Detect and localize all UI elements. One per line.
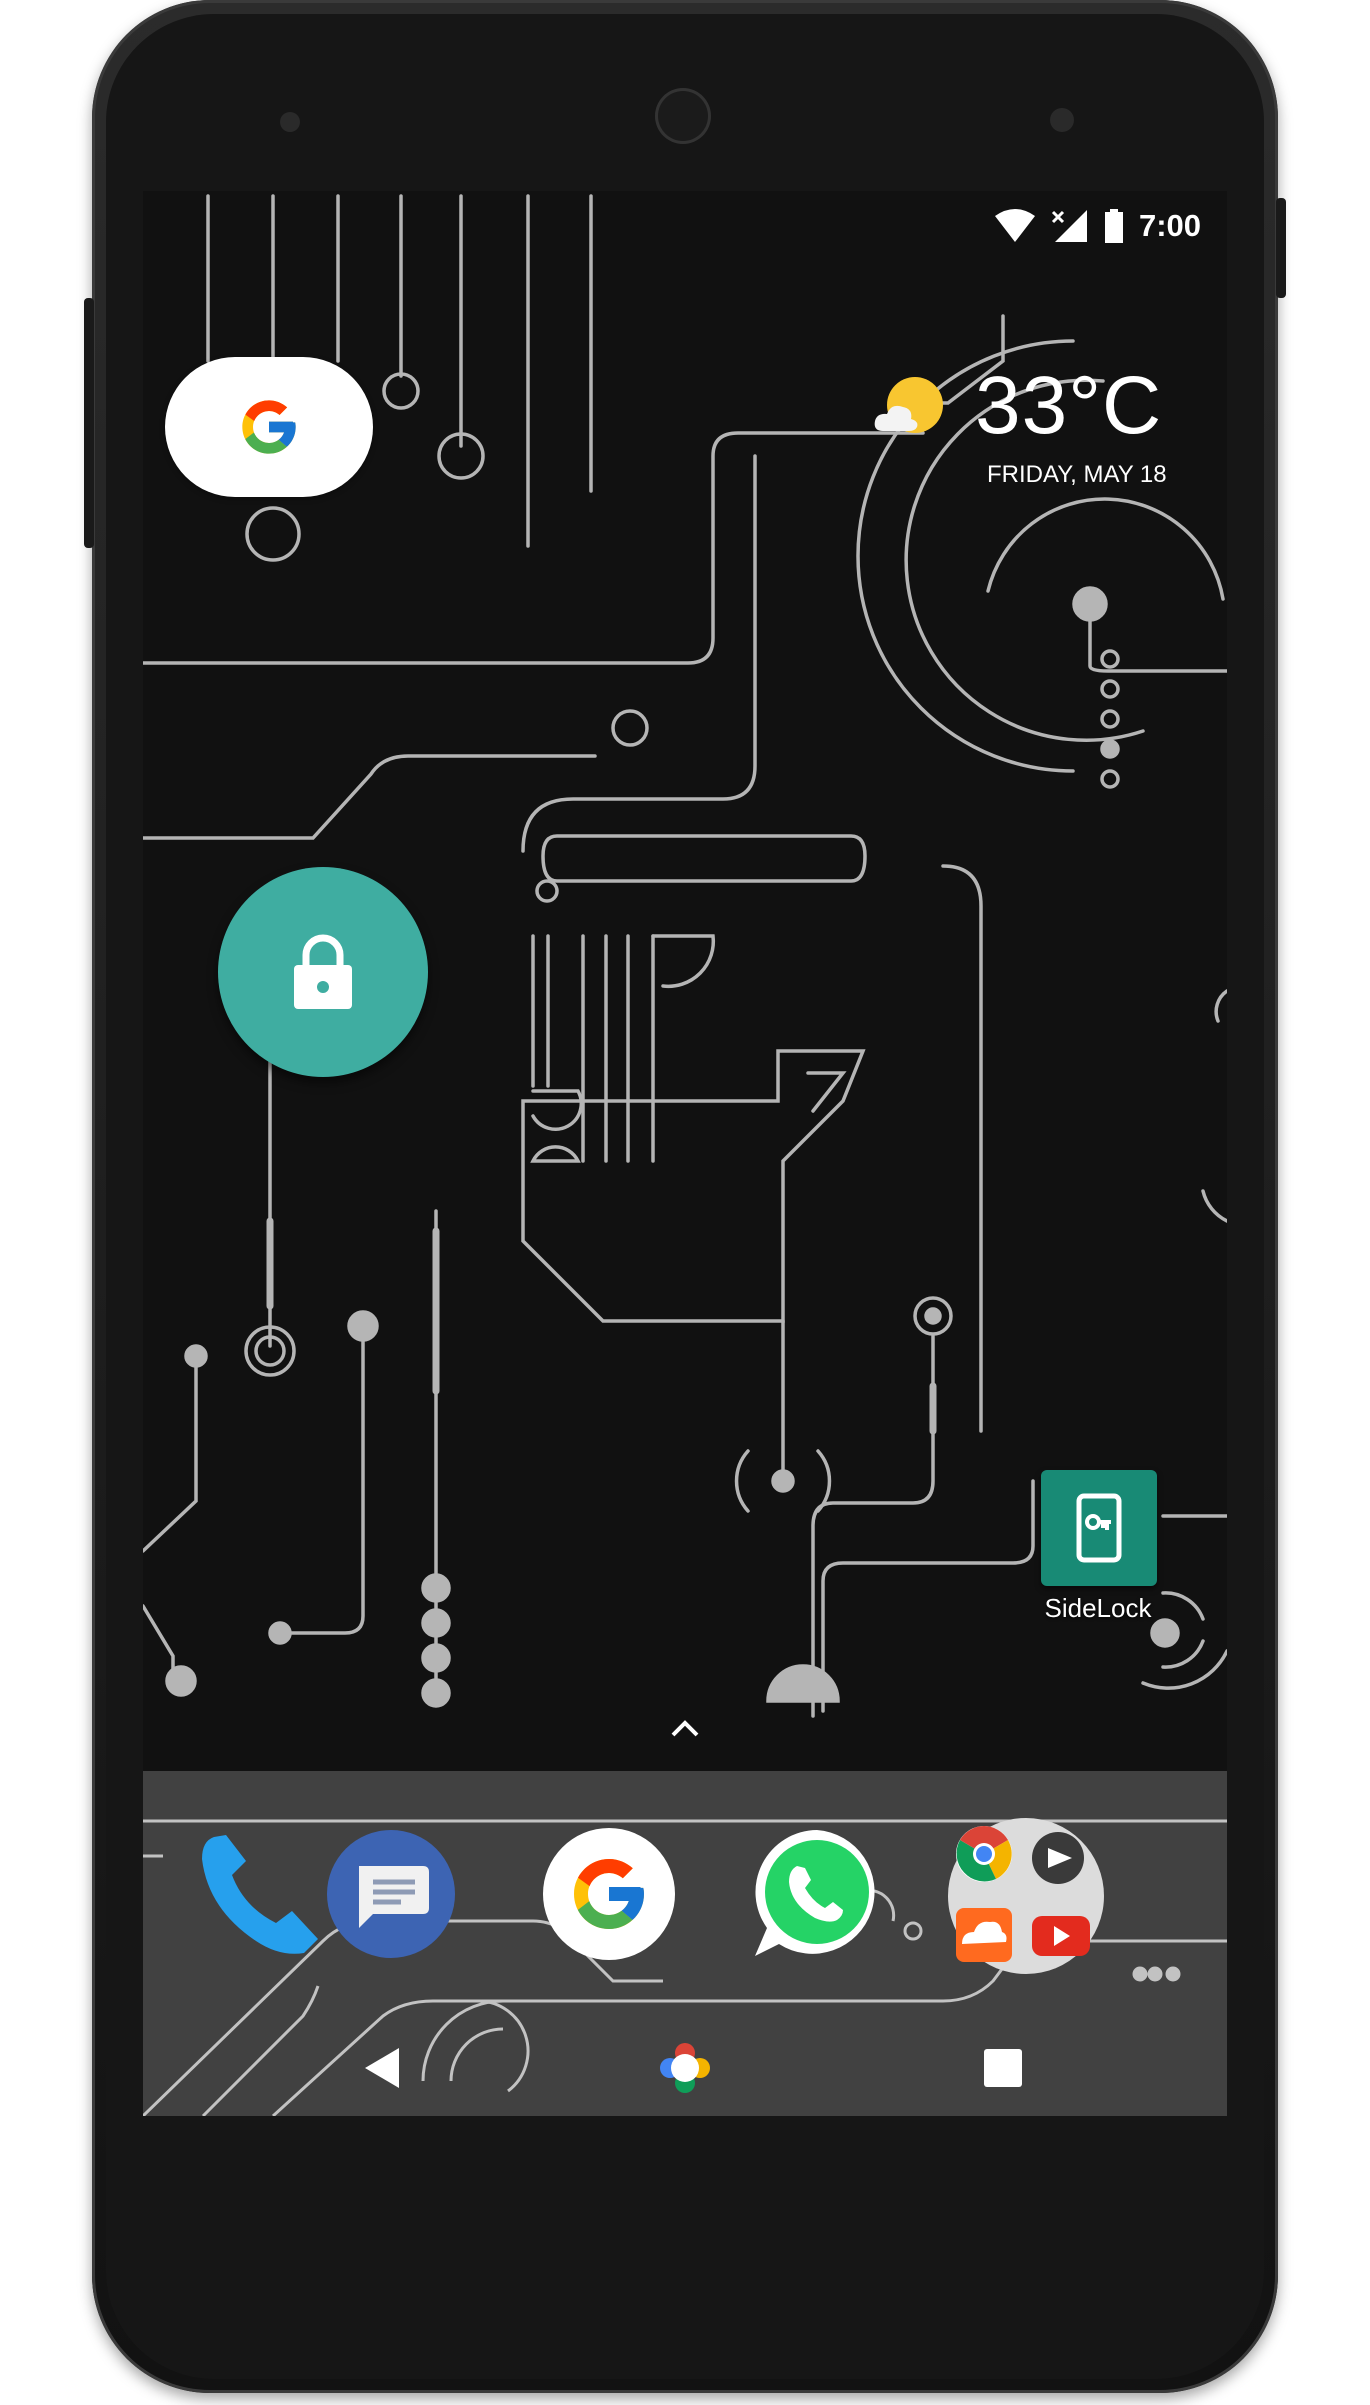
- google-g-icon: [242, 400, 296, 454]
- messages-icon: [327, 1830, 455, 1958]
- key-phone-icon: [1076, 1493, 1122, 1563]
- cellular-icon: [1051, 210, 1087, 242]
- sidelock-app-icon[interactable]: [1041, 1470, 1157, 1586]
- home-icon: [660, 2043, 710, 2093]
- earpiece: [655, 88, 711, 144]
- dock-app-whatsapp[interactable]: [749, 1826, 885, 1962]
- weather-temperature: 33°C: [975, 360, 1163, 451]
- back-button[interactable]: [348, 2033, 418, 2103]
- status-bar: 7:00: [143, 191, 1227, 261]
- home-button[interactable]: [650, 2033, 720, 2103]
- screen: 7:00 33°C FRIDAY, MAY 18 SideLock: [143, 191, 1227, 2116]
- dock-folder[interactable]: [946, 1816, 1106, 1976]
- dock-app-messages[interactable]: [323, 1826, 459, 1962]
- recents-icon: [984, 2049, 1022, 2087]
- back-icon: [365, 2048, 399, 2088]
- whatsapp-icon: [755, 1830, 875, 1956]
- wifi-icon: [994, 209, 1035, 242]
- volume-button: [1276, 198, 1286, 298]
- weather-date: FRIDAY, MAY 18: [987, 461, 1167, 488]
- phone-icon: [202, 1835, 318, 1954]
- front-camera: [1050, 108, 1074, 132]
- app-label: SideLock: [1044, 1593, 1152, 1623]
- screen-lock-button[interactable]: [218, 867, 428, 1077]
- google-search-widget[interactable]: [165, 357, 373, 497]
- dock-app-phone[interactable]: [193, 1826, 329, 1962]
- chevron-up-icon[interactable]: [665, 1713, 705, 1743]
- proximity-sensor: [280, 112, 300, 132]
- partly-cloudy-icon: [874, 377, 943, 433]
- clock: 7:00: [1138, 208, 1201, 243]
- folder-icon: [948, 1818, 1104, 1974]
- weather-widget[interactable]: 33°C FRIDAY, MAY 18: [869, 359, 1209, 509]
- google-g-icon: [543, 1828, 675, 1960]
- lock-icon: [294, 934, 352, 1009]
- power-button: [84, 298, 94, 548]
- dock-app-google[interactable]: [541, 1826, 677, 1962]
- recents-button[interactable]: [968, 2033, 1038, 2103]
- battery-icon: [1104, 209, 1123, 243]
